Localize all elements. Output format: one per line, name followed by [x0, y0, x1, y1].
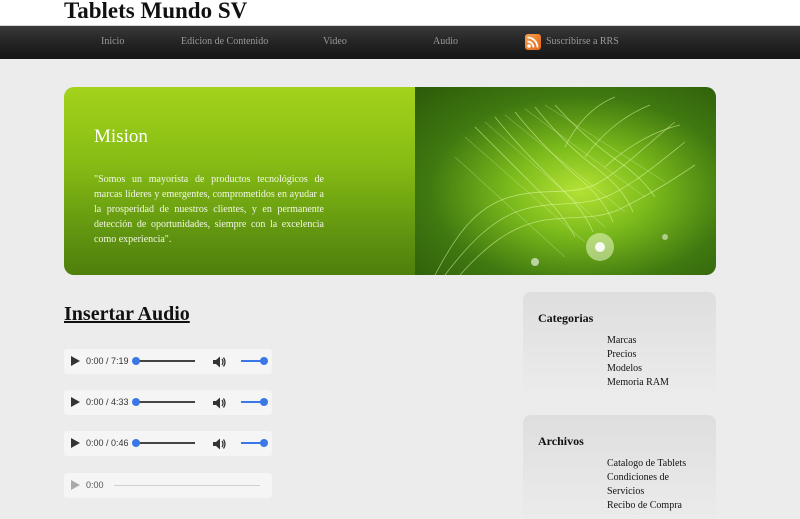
- volume-handle[interactable]: [260, 357, 268, 365]
- audio-player: 0:00 / 0:46: [64, 431, 272, 456]
- volume-slider[interactable]: [241, 357, 268, 365]
- player-time: 0:00: [86, 480, 104, 490]
- site-title: Tablets Mundo SV: [64, 0, 248, 23]
- audio-player: 0:00 / 4:33: [64, 390, 272, 415]
- categories-item-precios[interactable]: Precios: [607, 348, 669, 362]
- archives-list: Catalogo de Tablets Condiciones de Servi…: [607, 457, 686, 513]
- seek-handle[interactable]: [132, 439, 140, 447]
- mission-text: "Somos un mayorista de productos tecnoló…: [94, 174, 324, 245]
- seek-handle[interactable]: [132, 398, 140, 406]
- volume-icon[interactable]: [211, 395, 227, 411]
- categories-title: Categorias: [538, 311, 594, 325]
- nav-item-edicion-contenido[interactable]: Edicion de Contenido: [181, 36, 268, 47]
- nav-item-video[interactable]: Video: [323, 36, 347, 47]
- rss-icon[interactable]: [525, 34, 541, 50]
- wireframe-hand-image: [415, 87, 716, 275]
- seek-bar[interactable]: [132, 357, 195, 365]
- player-time: 0:00 / 7:19: [86, 356, 129, 366]
- categories-item-marcas[interactable]: Marcas: [607, 334, 669, 348]
- play-icon[interactable]: [71, 397, 80, 407]
- nav-item-inicio[interactable]: Inicio: [101, 36, 124, 47]
- play-icon[interactable]: [71, 438, 80, 448]
- nav-item-rss[interactable]: Suscribirse a RRS: [546, 36, 619, 47]
- archives-item-condiciones[interactable]: Condiciones de: [607, 471, 686, 485]
- mission-panel: Mision "Somos un mayorista de productos …: [64, 87, 415, 275]
- mission-title: Mision: [94, 126, 148, 147]
- categories-box: Categorias Marcas Precios Modelos Memori…: [523, 292, 716, 398]
- archives-box: Archivos Catalogo de Tablets Condiciones…: [523, 415, 716, 519]
- main-navigation: Inicio Edicion de Contenido Video Audio …: [0, 26, 800, 59]
- mission-banner: Mision "Somos un mayorista de productos …: [64, 87, 716, 275]
- categories-list: Marcas Precios Modelos Memoria RAM: [607, 334, 669, 390]
- audio-player: 0:00 / 7:19: [64, 349, 272, 374]
- volume-slider[interactable]: [241, 398, 268, 406]
- seek-bar[interactable]: [132, 439, 195, 447]
- archives-item-catalogo[interactable]: Catalogo de Tablets: [607, 457, 686, 471]
- player-time: 0:00 / 0:46: [86, 438, 129, 448]
- archives-title: Archivos: [538, 434, 584, 448]
- volume-icon[interactable]: [211, 354, 227, 370]
- volume-slider[interactable]: [241, 439, 268, 447]
- categories-item-modelos[interactable]: Modelos: [607, 362, 669, 376]
- play-icon[interactable]: [71, 356, 80, 366]
- nav-item-audio[interactable]: Audio: [433, 36, 458, 47]
- categories-item-memoria-ram[interactable]: Memoria RAM: [607, 376, 669, 390]
- archives-item-servicios[interactable]: Servicios: [607, 485, 686, 499]
- seek-handle[interactable]: [132, 357, 140, 365]
- volume-handle[interactable]: [260, 398, 268, 406]
- seek-bar[interactable]: [132, 398, 195, 406]
- volume-icon[interactable]: [211, 436, 227, 452]
- play-icon[interactable]: [71, 480, 80, 490]
- audio-section-title: Insertar Audio: [64, 303, 190, 325]
- seek-bar[interactable]: [114, 485, 260, 486]
- audio-player-disabled: 0:00: [64, 473, 272, 498]
- volume-handle[interactable]: [260, 439, 268, 447]
- top-header: Tablets Mundo SV: [0, 0, 800, 26]
- archives-item-recibo[interactable]: Recibo de Compra: [607, 499, 686, 513]
- player-time: 0:00 / 4:33: [86, 397, 129, 407]
